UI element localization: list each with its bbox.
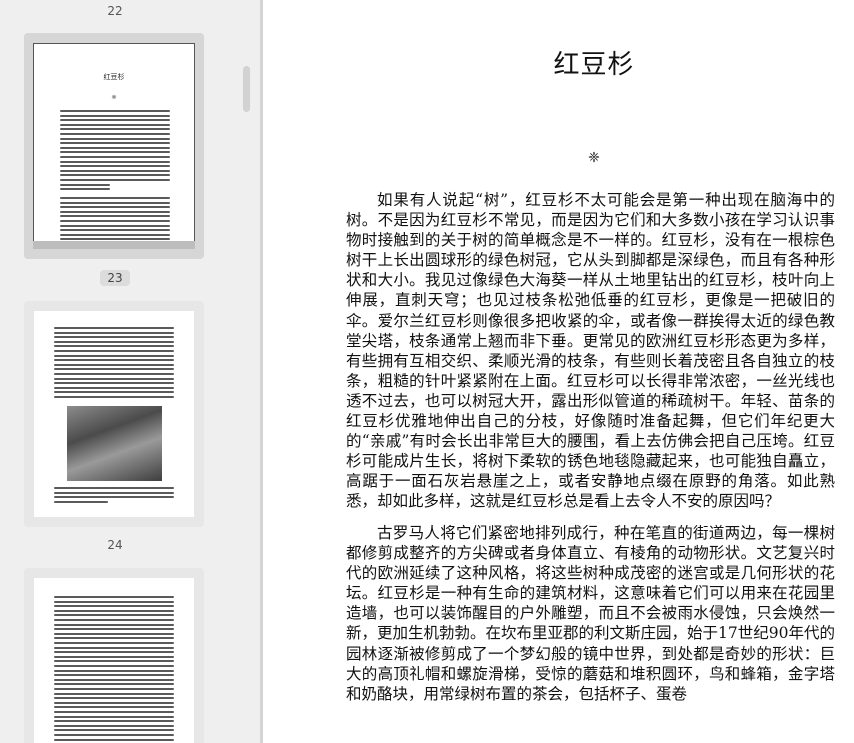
page-thumbnail-selected[interactable]: 红豆杉 ❈ [24,33,204,259]
thumbnail-text-line [60,174,170,177]
thumbnail-text-line [60,224,170,227]
thumbnail-text-line [54,651,174,654]
thumbnail-text-line [54,697,174,700]
thumbnail-text-line [54,632,174,635]
thumbnail-text-line [60,179,170,181]
page-number-22: 22 [107,4,123,18]
thumbnail-text-line [54,600,174,603]
thumbnail-text-line [54,683,174,686]
thumbnail-text-line [54,354,174,357]
thumbnail-text-line [54,701,174,704]
thumbnail-text-line [54,729,174,732]
thumbnail-text-line [60,197,170,199]
thumbnail-text-line [60,183,110,186]
thumbnail-text-line [54,706,174,709]
thumbnail-text-line [54,327,174,329]
thumbnail-text-line [54,336,174,339]
thumbnail-text-line [54,368,174,371]
page-number-24: 24 [107,538,123,552]
thumbnail-text-line [60,229,170,232]
thumbnail-text-line [54,646,174,649]
thumbnail-text-line [60,220,170,222]
thumbnail-text-line [54,665,174,667]
thumbnail-text-line [54,642,174,644]
thumbnail-text-line [60,151,170,154]
page-number-23: 23 [0,270,230,286]
thumbnail-text-line [60,210,170,213]
thumbnail-text-line [60,119,170,122]
thumbnail-text-line [54,637,174,640]
thumbnail-text-line [60,137,170,140]
thumbnail-text-line [54,377,174,380]
thumbnail-text-line [54,628,174,631]
thumbnail-text-line [54,345,174,348]
thumbnail-text-line [54,614,174,617]
thumbnail-text-line [54,491,174,494]
thumbnail-page-image: 红豆杉 ❈ [33,43,195,242]
thumbnail-text-line [54,331,174,334]
thumbnail-text-line [54,720,174,723]
thumbnail-text-line [54,674,174,677]
thumbnail-ornament: ❈ [111,94,117,101]
section-ornament: ❈ [588,150,600,166]
thumbnail-text-line [54,734,174,736]
thumbnail-text-line [54,623,174,626]
thumbnail-text-line [60,201,170,204]
thumbnail-text-line [54,596,174,598]
thumbnail-text-line [54,487,174,489]
thumbnail-title: 红豆杉 [103,73,125,81]
thumbnail-text-line [54,669,174,672]
thumbnail-text-line [60,215,170,218]
thumbnail-text-line [54,619,174,621]
thumbnail-text-line [54,496,174,499]
thumbnail-text-line [54,738,174,741]
thumbnail-text-line [60,123,170,126]
thumbnail-text-line [54,660,174,663]
thumbnail-text-line [54,711,174,713]
thumbnail-text-line [54,359,174,362]
thumbnail-text-line [60,133,170,135]
thumbnail-text-line [60,146,170,149]
thumbnail-text-line [60,142,170,145]
thumbnail-text-line [60,128,170,131]
sidebar-scrollbar-thumb[interactable] [243,66,250,112]
thumbnail-text-line [54,688,174,690]
thumbnail-text-line [54,605,174,608]
thumbnail-text-line [54,350,174,352]
thumbnail-text-line [60,156,170,158]
thumbnail-text-line [54,655,174,658]
thumbnail-text-line [54,340,174,343]
thumbnail-text-line [60,110,170,112]
thumbnail-text-line [54,373,174,375]
thumbnail-text-line [54,692,174,695]
thumbnail-text-line [60,206,170,209]
page-title: 红豆杉 [553,50,635,80]
thumbnail-text-line [60,188,110,191]
page-thumbnail[interactable] [24,568,204,743]
thumbnail-text-line [54,382,174,385]
thumbnail-text-line [60,160,170,163]
thumbnail-text-line [54,678,174,681]
thumbnail-text-line [54,609,174,612]
thumbnail-text-line [60,165,170,168]
thumbnail-photo [67,406,162,481]
thumbnail-text-line [60,233,170,236]
thumbnail-text-line [54,724,174,727]
document-page: 红豆杉 ❈ 如果有人说起“树”，红豆杉不太可能会是第一种出现在脑海中的树。不是因… [263,0,854,743]
thumbnail-page-image [34,578,194,743]
thumbnail-text-line [60,169,170,172]
thumbnail-text-line [54,391,174,394]
paragraph-1: 如果有人说起“树”，红豆杉不太可能会是第一种出现在脑海中的树。不是因为红豆杉不常… [346,191,835,511]
page-thumbnail[interactable] [24,301,204,527]
thumbnail-text-line [54,396,174,398]
thumbnail-text-line [54,500,108,503]
thumbnail-text-line [60,114,170,117]
paragraph-2: 古罗马人将它们紧密地排列成行，种在笔直的街道两边，每一棵树都修剪成整齐的方尖碑或… [346,524,835,703]
thumbnail-page-image [34,311,194,517]
thumbnail-text-line [54,386,174,389]
thumbnail-text-line [54,715,174,718]
thumbnail-sidebar: 22 红豆杉 ❈ 23 24 [0,0,260,743]
thumbnail-page-shadow [33,241,195,249]
thumbnail-text-line [54,363,174,366]
